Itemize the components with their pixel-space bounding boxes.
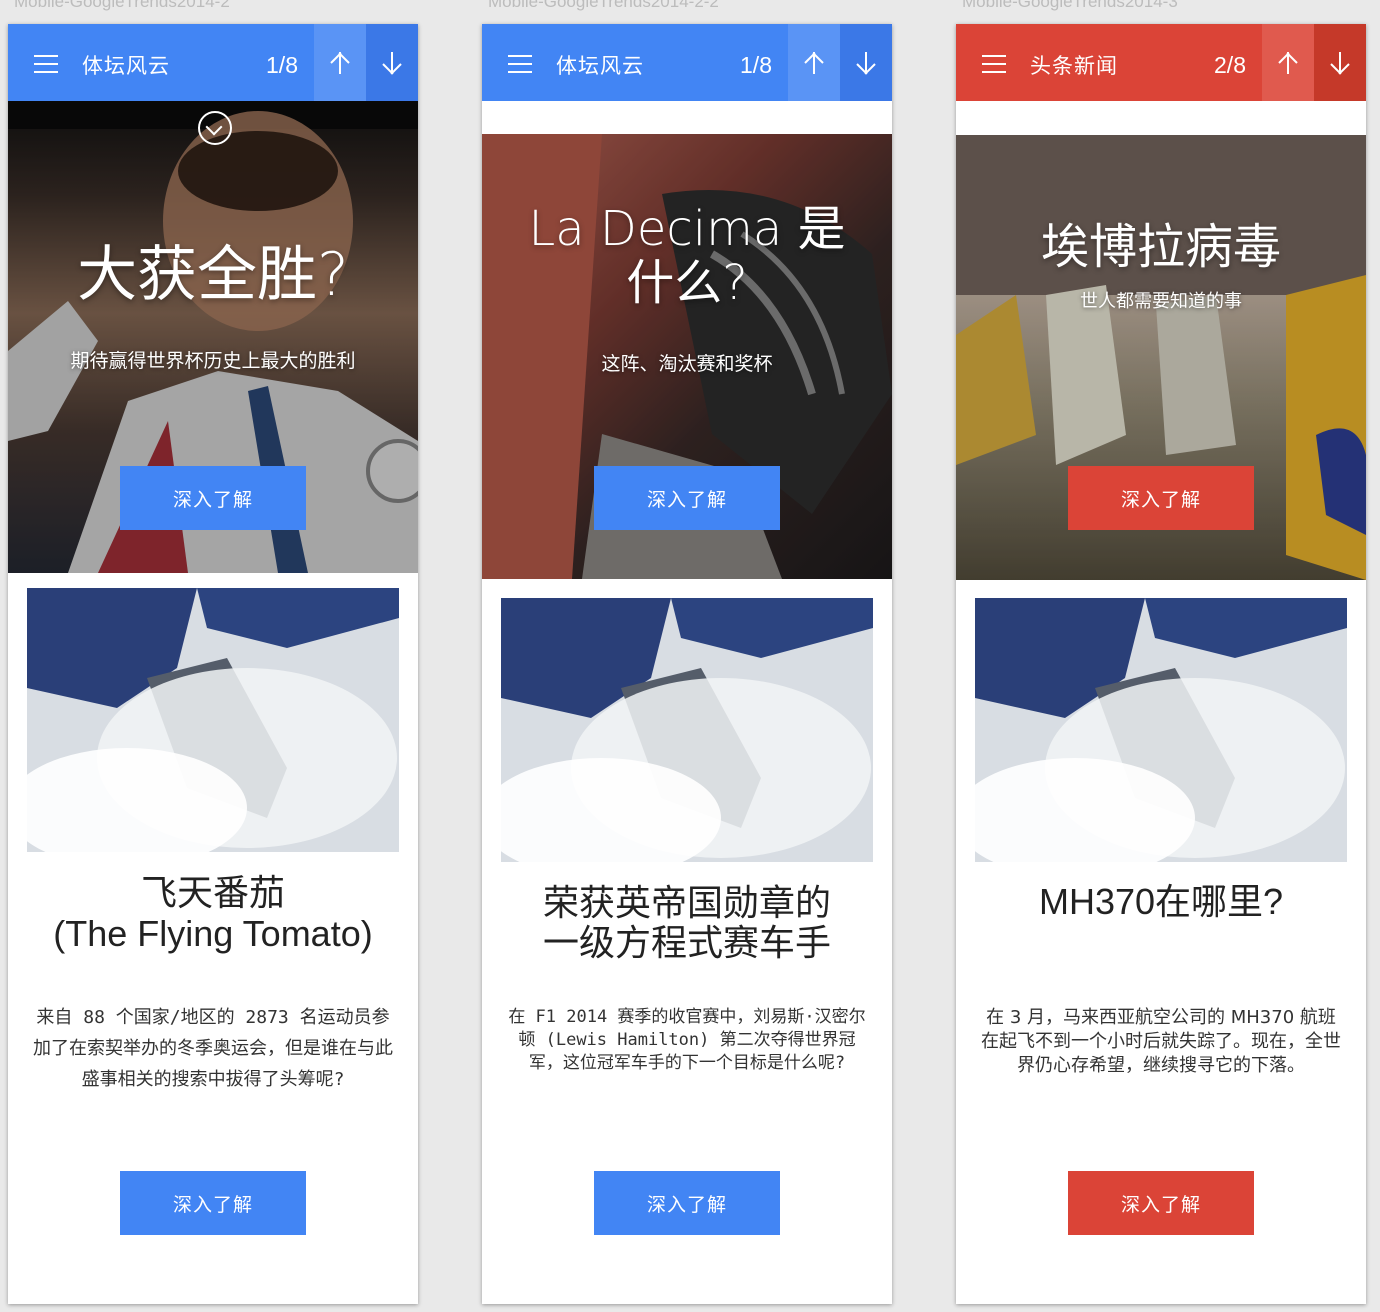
next-button[interactable] — [840, 24, 892, 101]
menu-icon[interactable] — [34, 55, 58, 73]
hero-title: 埃博拉病毒 — [1040, 219, 1281, 275]
hero-title: 大获全胜? — [77, 240, 349, 310]
snowboard-image — [27, 588, 399, 852]
hero-section: 大获全胜? 期待赢得世界杯历史上最大的胜利 深入了解 — [8, 101, 418, 573]
phone-screen: La Decima 是什么? 这阵、淘汰赛和奖杯 深入了解 体坛风云 1/8 荣… — [482, 24, 892, 1304]
phone-screen: 埃博拉病毒 世人都需要知道的事 深入了解 头条新闻 2/8 MH370在哪里? … — [956, 24, 1366, 1304]
card-body: 在 3 月，马来西亚航空公司的 MH370 航班在起飞不到一个小时后就失踪了。现… — [981, 1007, 1341, 1076]
card-title: MH370在哪里? — [1038, 881, 1284, 922]
arrow-up-icon — [330, 50, 350, 76]
card-body: 在 F1 2014 赛季的收官赛中，刘易斯·汉密尔顿 (Lewis Hamilt… — [508, 1007, 866, 1073]
learn-more-button[interactable]: 深入了解 — [594, 466, 780, 530]
card-title-line-1: 荣获英帝国勋章的 — [542, 883, 831, 924]
app-bar: 体坛风云 1/8 — [8, 24, 418, 101]
arrow-down-icon — [856, 50, 876, 76]
menu-icon[interactable] — [982, 55, 1006, 73]
artboard-label: Mobile-GoogleTrends2014-3 — [962, 0, 1178, 11]
previous-button[interactable] — [788, 24, 840, 101]
snowboard-image — [975, 598, 1347, 862]
learn-more-button[interactable]: 深入了解 — [1068, 466, 1254, 530]
artboard-label: Mobile-GoogleTrends2014-2-2 — [488, 0, 719, 11]
hero-subtitle: 期待赢得世界杯历史上最大的胜利 — [70, 350, 356, 372]
arrow-up-icon — [1278, 50, 1298, 76]
hero-section: 埃博拉病毒 世人都需要知道的事 深入了解 — [956, 135, 1366, 580]
previous-button[interactable] — [314, 24, 366, 101]
page-counter: 1/8 — [740, 52, 772, 78]
learn-more-button[interactable]: 深入了解 — [594, 1171, 780, 1235]
learn-more-button[interactable]: 深入了解 — [1068, 1171, 1254, 1235]
hero-title: La Decima 是什么? — [528, 201, 846, 311]
expand-chevron-icon[interactable] — [198, 111, 232, 145]
next-button[interactable] — [1314, 24, 1366, 101]
category-title: 体坛风云 — [556, 54, 644, 78]
card-title-line-2: (The Flying Tomato) — [53, 913, 373, 954]
card-title-line-1: 飞天番茄 — [140, 873, 285, 914]
app-bar: 头条新闻 2/8 — [956, 24, 1366, 101]
learn-more-button[interactable]: 深入了解 — [120, 1171, 306, 1235]
previous-button[interactable] — [1262, 24, 1314, 101]
card-title-line-2: 一级方程式赛车手 — [542, 923, 831, 964]
category-title: 头条新闻 — [1030, 54, 1118, 78]
hero-subtitle: 世人都需要知道的事 — [1080, 291, 1242, 312]
learn-more-button[interactable]: 深入了解 — [120, 466, 306, 530]
phone-screen: 大获全胜? 期待赢得世界杯历史上最大的胜利 深入了解 体坛风云 1/8 飞天番茄… — [8, 24, 418, 1304]
next-button[interactable] — [366, 24, 418, 101]
arrow-up-icon — [804, 50, 824, 76]
hero-subtitle: 这阵、淘汰赛和奖杯 — [601, 353, 773, 375]
hero-section: La Decima 是什么? 这阵、淘汰赛和奖杯 深入了解 — [482, 134, 892, 579]
category-title: 体坛风云 — [82, 54, 170, 78]
card-body: 来自 88 个国家/地区的 2873 名运动员参加了在索契举办的冬季奥运会，但是… — [33, 1007, 393, 1090]
arrow-down-icon — [1330, 50, 1350, 76]
snowboard-image — [501, 598, 873, 862]
arrow-down-icon — [382, 50, 402, 76]
menu-icon[interactable] — [508, 55, 532, 73]
artboard-label: Mobile-GoogleTrends2014-2 — [14, 0, 230, 11]
page-counter: 2/8 — [1214, 52, 1246, 78]
app-bar: 体坛风云 1/8 — [482, 24, 892, 101]
page-counter: 1/8 — [266, 52, 298, 78]
